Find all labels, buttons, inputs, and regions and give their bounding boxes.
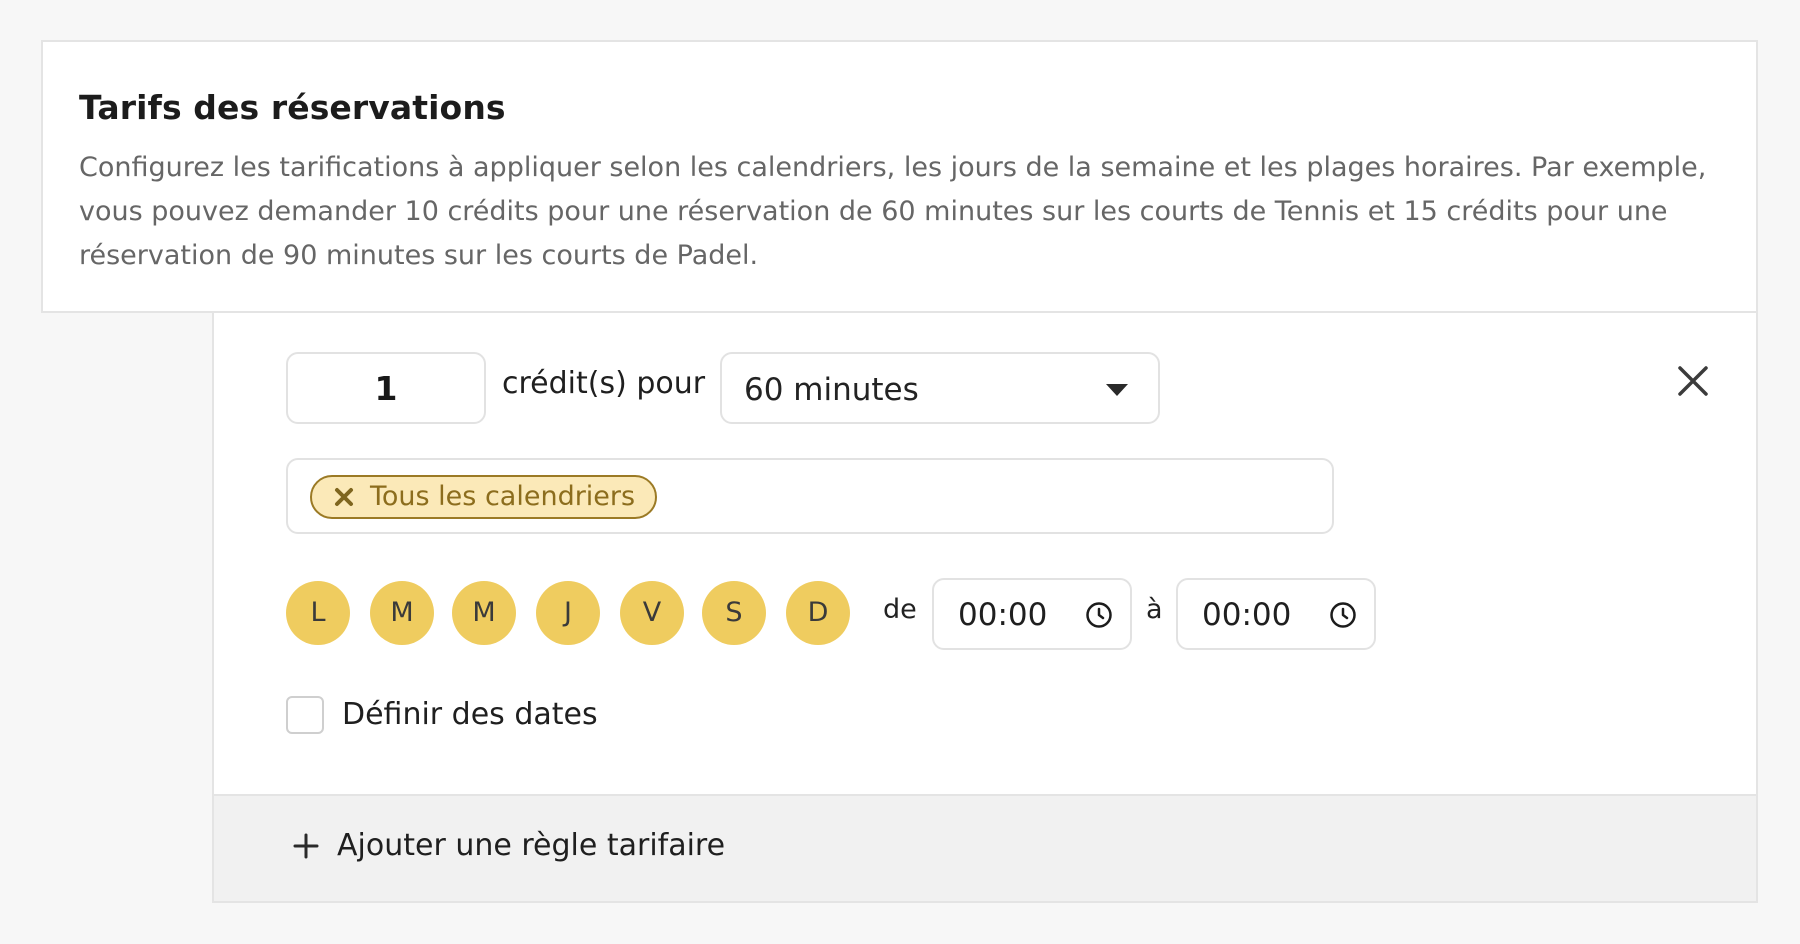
chevron-down-icon — [1104, 382, 1130, 398]
define-dates-checkbox[interactable] — [286, 696, 324, 734]
header-card: Tarifs des réservations Configurez les t… — [41, 40, 1758, 313]
time-to-value: 00:00 — [1202, 597, 1292, 633]
duration-value: 60 minutes — [744, 372, 919, 408]
day-button-monday[interactable]: L — [286, 581, 350, 645]
clock-icon[interactable] — [1328, 600, 1358, 630]
add-pricing-rule-button[interactable]: Ajouter une règle tarifaire — [212, 794, 1758, 903]
day-button-sunday[interactable]: D — [786, 581, 850, 645]
add-pricing-rule-label: Ajouter une règle tarifaire — [337, 828, 726, 863]
time-to-input[interactable]: 00:00 — [1176, 578, 1376, 650]
day-button-tuesday[interactable]: M — [370, 581, 434, 645]
calendar-selector[interactable]: Tous les calendriers — [286, 458, 1334, 534]
time-from-input[interactable]: 00:00 — [932, 578, 1132, 650]
day-button-thursday[interactable]: J — [536, 581, 600, 645]
day-button-wednesday[interactable]: M — [452, 581, 516, 645]
define-dates-label: Définir des dates — [342, 697, 598, 732]
time-to-label: à — [1146, 594, 1163, 625]
credit-label: crédit(s) pour — [502, 366, 706, 401]
close-icon[interactable] — [1674, 362, 1712, 400]
page-title: Tarifs des réservations — [79, 88, 506, 127]
day-button-friday[interactable]: V — [620, 581, 684, 645]
calendar-tag-label: Tous les calendriers — [370, 481, 636, 512]
clock-icon[interactable] — [1084, 600, 1114, 630]
time-from-label: de — [883, 594, 917, 625]
tag-close-icon[interactable] — [334, 487, 354, 507]
duration-select[interactable]: 60 minutes — [720, 352, 1160, 424]
time-from-value: 00:00 — [958, 597, 1048, 633]
plus-icon — [292, 832, 320, 860]
calendar-tag[interactable]: Tous les calendriers — [310, 475, 658, 519]
page-description: Configurez les tarifications à appliquer… — [79, 152, 1707, 271]
day-button-saturday[interactable]: S — [702, 581, 766, 645]
credit-input[interactable]: 1 — [286, 352, 486, 424]
